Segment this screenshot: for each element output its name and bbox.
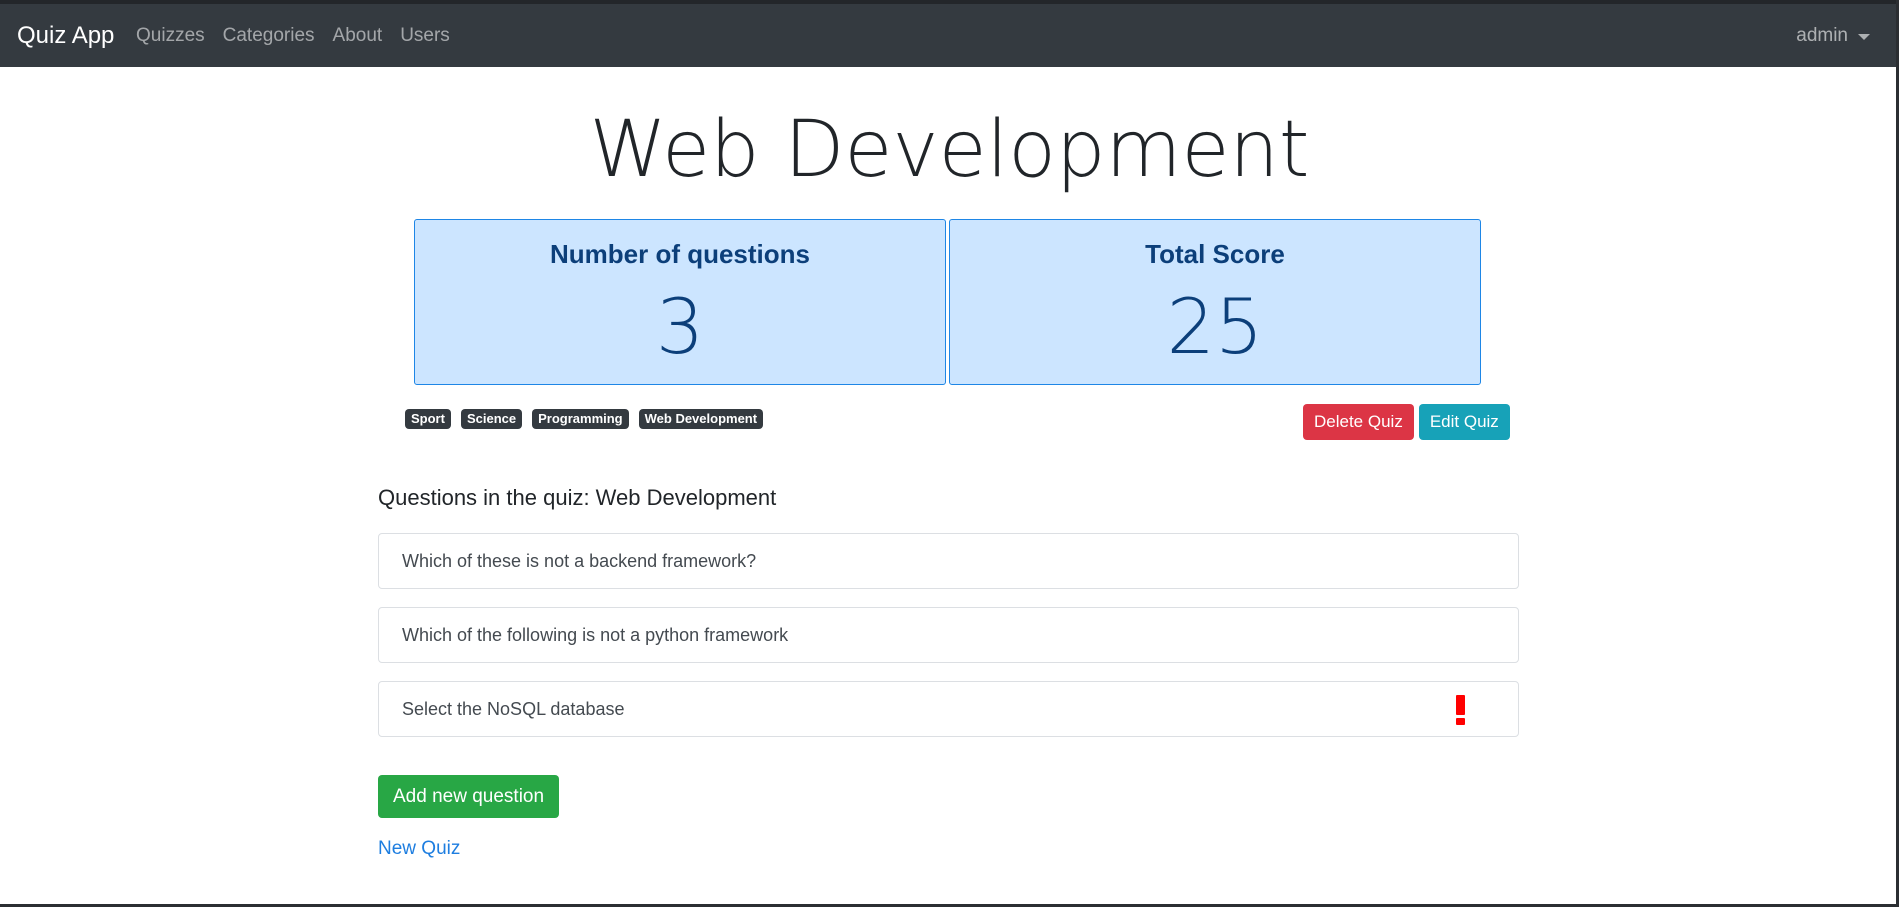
question-text: Select the NoSQL database	[402, 698, 625, 719]
add-question-button[interactable]: Add new question	[378, 775, 560, 818]
total-score-value: 25	[1166, 282, 1264, 371]
nav-link-about[interactable]: About	[333, 24, 383, 48]
total-score-label: Total Score	[1145, 239, 1285, 269]
quiz-title: Web Development	[589, 105, 1310, 195]
question-text: Which of these is not a backend framewor…	[402, 550, 757, 571]
nav-link-users[interactable]: Users	[400, 24, 450, 48]
user-name: admin	[1796, 25, 1848, 46]
questions-heading: Questions in the quiz: Web Development	[378, 485, 777, 510]
questions-count-value: 3	[655, 282, 705, 371]
question-item[interactable]: Which of the following is not a python f…	[378, 607, 1519, 663]
question-item[interactable]: Select the NoSQL database	[378, 681, 1519, 737]
navbar: Quiz App Quizzes Categories About Users …	[0, 4, 1899, 67]
user-dropdown[interactable]: admin	[1796, 24, 1870, 48]
question-item[interactable]: Which of these is not a backend framewor…	[378, 533, 1519, 589]
tag-web-development[interactable]: Web Development	[638, 409, 764, 429]
category-tags: Sport Science Programming Web Developmen…	[405, 409, 764, 429]
question-list: Which of these is not a backend framewor…	[378, 533, 1519, 755]
nav-links: Quizzes Categories About Users	[136, 24, 450, 48]
question-text: Which of the following is not a python f…	[402, 624, 789, 645]
tag-sport[interactable]: Sport	[405, 409, 451, 429]
questions-count-card: Number of questions 3	[414, 219, 946, 385]
total-score-card: Total Score 25	[949, 219, 1481, 385]
navbar-brand[interactable]: Quiz App	[17, 21, 114, 51]
quiz-actions: Delete Quiz Edit Quiz	[1303, 404, 1510, 440]
nav-link-quizzes[interactable]: Quizzes	[136, 24, 205, 48]
questions-count-label: Number of questions	[549, 239, 810, 269]
tag-science[interactable]: Science	[460, 409, 523, 429]
exclamation-icon	[1455, 695, 1465, 725]
edit-quiz-button[interactable]: Edit Quiz	[1418, 404, 1510, 440]
nav-link-categories[interactable]: Categories	[223, 24, 315, 48]
delete-quiz-button[interactable]: Delete Quiz	[1303, 404, 1414, 440]
tag-programming[interactable]: Programming	[532, 409, 629, 429]
caret-down-icon	[1858, 34, 1870, 40]
new-quiz-link[interactable]: New Quiz	[378, 837, 460, 861]
